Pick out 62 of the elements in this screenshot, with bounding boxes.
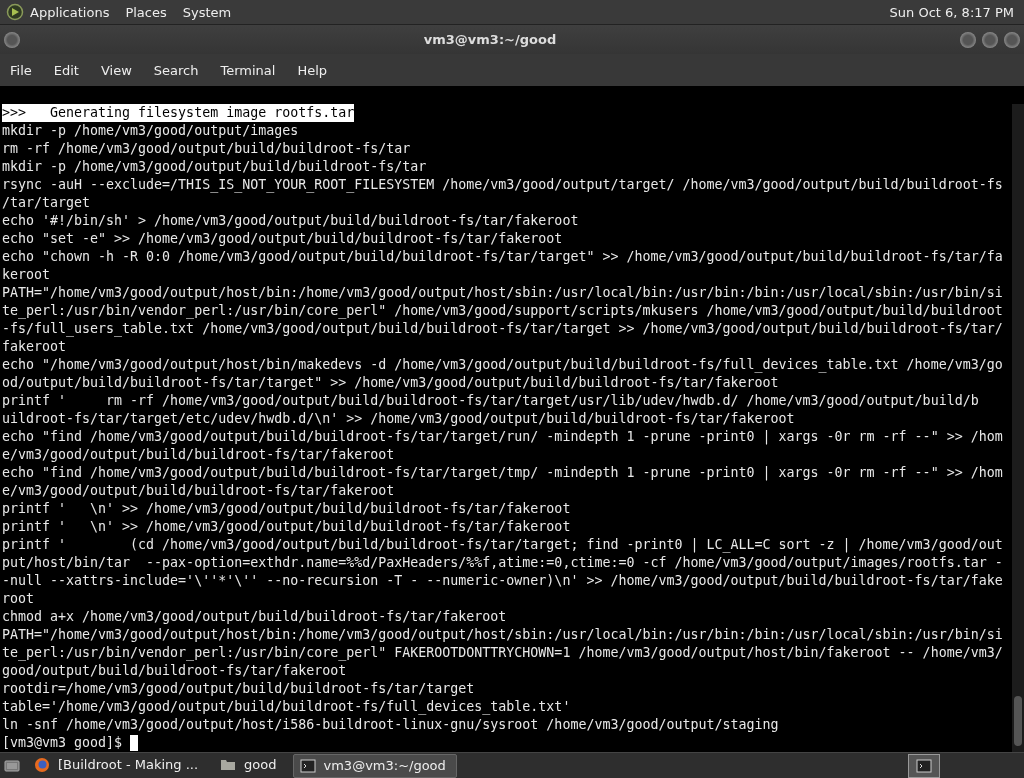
menu-item[interactable]: Edit [45,58,87,82]
terminal-line: echo "set -e" >> /home/vm3/good/output/build/buildroot-fs/tar/fakeroot [2,230,563,248]
terminal-line: echo "chown -h -R 0:0 /home/vm3/good/output/build/buildroot-fs/tar/target" >> /home/vm3/good/output/build/buildroot-fs/tar/fa [2,248,1003,266]
scrollbar[interactable] [1012,104,1024,752]
text-cursor [130,735,139,751]
terminal-line: rootdir=/home/vm3/good/output/build/buildroot-fs/tar/target [2,680,475,698]
terminal-icon [299,757,316,774]
shell-prompt: [vm3@vm3 good]$ [2,734,123,752]
panel-menu[interactable]: System [182,4,232,20]
terminal-line: mkdir -p /home/vm3/good/output/build/buildroot-fs/tar [2,158,427,176]
panel-menu[interactable]: Applications [30,4,110,20]
terminal-line: printf ' (cd /home/vm3/good/output/build/buildroot-fs/tar/target; find -print0 | LC_ALL=C sort -z | /home/vm3/good/out [2,536,1003,554]
terminal-line: chmod a+x /home/vm3/good/output/build/buildroot-fs/tar/fakeroot [2,608,507,626]
terminal-line: /tar/target [2,194,91,212]
terminal-line: fakeroot [2,338,67,356]
show-desktop-icon[interactable] [4,757,20,774]
terminal-line: -fs/full_users_table.txt /home/vm3/good/output/build/buildroot-fs/tar/target >> /home/vm3/good/output/build/buildroot-fs/tar/ [2,320,1003,338]
terminal-line: printf ' \n' >> /home/vm3/good/output/build/buildroot-fs/tar/fakeroot [2,518,571,536]
terminal-line: mkdir -p /home/vm3/good/output/images [2,122,299,140]
panel-menu[interactable]: Places [125,4,167,20]
terminal-line: printf ' \n' >> /home/vm3/good/output/build/buildroot-fs/tar/fakeroot [2,500,571,518]
window-title: vm3@vm3:~/good [422,32,558,47]
terminal-line: rsync -auH --exclude=/THIS_IS_NOT_YOUR_ROOT_FILESYSTEM /home/vm3/good/output/target/ /home/vm3/good/output/build/buildroot-fs [2,176,1003,194]
terminal-line: e/vm3/good/output/build/buildroot-fs/tar/fakeroot [2,482,395,500]
logo-icon[interactable] [6,3,24,21]
globe-icon [34,756,50,773]
menu-item[interactable]: View [92,58,140,82]
terminal-line: table='/home/vm3/good/output/build/buildroot-fs/full_devices_table.txt' [2,698,571,716]
terminal-line: echo "/home/vm3/good/output/host/bin/makedevs -d /home/vm3/good/output/build/buildroot-fs/full_devices_table.txt /home/vm3/go [2,356,1003,374]
terminal-line: good/output/build/buildroot-fs/tar/fakeroot [2,662,347,680]
menu-item[interactable]: File [2,58,40,82]
terminal-line: keroot [2,266,51,284]
terminal-line: e/vm3/good/output/build/buildroot-fs/tar/fakeroot [2,446,395,464]
terminal-line: te_perl:/usr/bin/vendor_perl:/usr/bin/core_perl" /home/vm3/good/support/scripts/mkusers /home/vm3/good/output/build/buildroot [2,302,1003,320]
terminal-line: ln -snf /home/vm3/good/output/host/i586-buildroot-linux-gnu/sysroot /home/vm3/good/output/staging [2,716,779,734]
terminal-line: -null --xattrs-include='\''*'\'' --no-recursion -T - --numeric-owner)\n' >> /home/vm3/good/output/build/buildroot-fs/tar/fake [2,572,1003,590]
terminal-line: echo "find /home/vm3/good/output/build/buildroot-fs/tar/target/tmp/ -mindepth 1 -prune -print0 | xargs -0r rm -rf --" >> /hom [2,464,1003,482]
taskbar-button[interactable]: [Buildroot - Making ... [28,753,209,776]
workspace-button[interactable] [908,753,940,778]
menu-item[interactable]: Help [289,58,336,82]
terminal-line: PATH="/home/vm3/good/output/host/bin:/home/vm3/good/output/host/sbin:/usr/local/bin:/usr/bin:/bin:/usr/local/sbin:/usr/bin/si [2,284,1003,302]
terminal-line: PATH="/home/vm3/good/output/host/bin:/home/vm3/good/output/host/sbin:/usr/local/bin:/usr/bin:/bin:/usr/local/sbin:/usr/bin/si [2,626,1003,644]
clock[interactable]: Sun Oct 6, 8:17 PM [889,4,1018,20]
maximize-button[interactable] [982,31,998,48]
taskbar-button[interactable]: vm3@vm3:~/good [292,753,457,778]
terminal-line: uildroot-fs/tar/target/etc/udev/hwdb.d/\n' >> /home/vm3/good/output/build/buildroot-fs/tar/fakeroot [2,410,795,428]
minimize-button[interactable] [960,31,976,48]
terminal-line: root [2,590,35,608]
terminal-line: od/output/build/buildroot-fs/tar/target" >> /home/vm3/good/output/build/buildroot-fs/tar/fakeroot [2,374,779,392]
terminal-line: rm -rf /home/vm3/good/output/build/buildroot-fs/tar [2,140,411,158]
terminal-line: echo '#!/bin/sh' > /home/vm3/good/output/build/buildroot-fs/tar/fakeroot [2,212,579,230]
window-menu-button[interactable] [4,31,20,48]
terminal-icon [916,757,932,774]
terminal-line: put/host/bin/tar --pax-option=exthdr.name=%%d/PaxHeaders/%%f,atime:=0,ctime:=0 -cf /home/vm3/good/output/images/rootfs.tar - [2,554,1003,572]
menu-item[interactable]: Terminal [212,58,284,82]
menu-item[interactable]: Search [145,58,207,82]
terminal-line: printf ' rm -rf /home/vm3/good/output/build/buildroot-fs/tar/target/usr/lib/udev/hwdb.d/ /home/vm3/good/output/build/b [2,392,979,410]
scrollbar-thumb[interactable] [1014,696,1022,746]
terminal-line: te_perl:/usr/bin/vendor_perl:/usr/bin/core_perl" FAKEROOTDONTTRYCHOWN=1 /home/vm3/good/output/host/bin/fakeroot -- /home/vm3/ [2,644,1003,662]
close-button[interactable] [1004,31,1020,48]
taskbar-button[interactable]: good [214,753,287,776]
terminal-line: echo "find /home/vm3/good/output/build/buildroot-fs/tar/target/run/ -mindepth 1 -prune -print0 | xargs -0r rm -rf --" >> /hom [2,428,1003,446]
